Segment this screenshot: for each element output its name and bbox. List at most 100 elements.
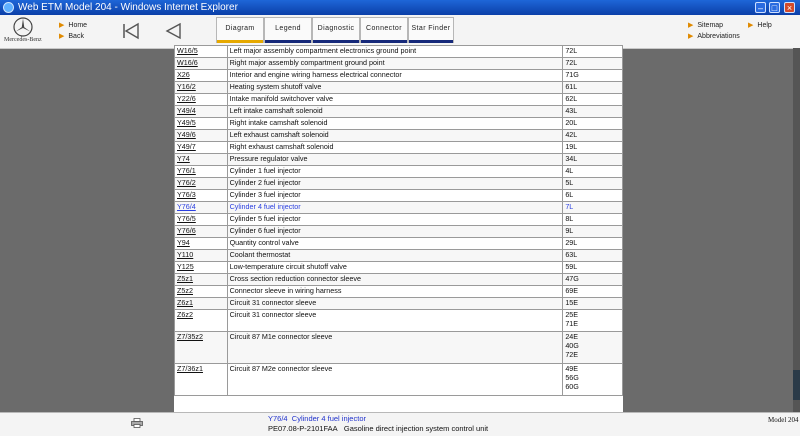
table-row[interactable]: Y110 Coolant thermostat 63L bbox=[174, 249, 623, 262]
nav-links: ▶ Home ▶ Back bbox=[59, 20, 87, 42]
back-link[interactable]: ▶ Back bbox=[59, 31, 87, 42]
component-code-link[interactable]: Z7/36z1 bbox=[174, 363, 228, 396]
component-code-link[interactable]: Y49/4 bbox=[174, 105, 228, 118]
component-description: Cylinder 1 fuel injector bbox=[226, 165, 564, 178]
component-code-link[interactable]: W16/6 bbox=[174, 57, 228, 70]
grid-location-value: 71G bbox=[565, 70, 579, 80]
sitemap-link[interactable]: ▶ Sitemap bbox=[688, 20, 723, 31]
table-row[interactable]: Y49/6 Left exhaust camshaft solenoid 42L bbox=[174, 129, 623, 142]
component-description: Cylinder 5 fuel injector bbox=[226, 213, 564, 226]
component-code-link[interactable]: Y110 bbox=[174, 249, 228, 262]
component-code-link[interactable]: Y16/2 bbox=[174, 81, 228, 94]
grid-location: 71G bbox=[562, 69, 623, 82]
table-row[interactable]: Z7/35z2 Circuit 87 M1e connector sleeve 24… bbox=[174, 331, 623, 364]
component-code-link[interactable]: Y76/1 bbox=[174, 165, 228, 178]
grid-location: 61L bbox=[562, 81, 623, 94]
scrollbar-thumb[interactable] bbox=[793, 370, 800, 400]
component-description: Circuit 31 connector sleeve bbox=[226, 309, 564, 332]
component-description: Cylinder 4 fuel injector bbox=[226, 201, 564, 214]
table-row[interactable]: Y74 Pressure regulator valve 34L bbox=[174, 153, 623, 166]
component-code-link[interactable]: Z5z1 bbox=[174, 273, 228, 286]
component-code-link[interactable]: Y76/4 bbox=[174, 201, 228, 214]
component-code-link[interactable]: X26 bbox=[174, 69, 228, 82]
table-row[interactable]: W16/6 Right major assembly compartment gr… bbox=[174, 57, 623, 70]
table-row[interactable]: Y76/2 Cylinder 2 fuel injector 5L bbox=[174, 177, 623, 190]
legend-table-panel[interactable]: W16/5 Left major assembly compartment ele… bbox=[174, 45, 623, 412]
table-row[interactable]: Z6z1 Circuit 31 connector sleeve 15E bbox=[174, 297, 623, 310]
component-description: Left exhaust camshaft solenoid bbox=[226, 129, 564, 142]
component-description: Circuit 31 connector sleeve bbox=[226, 297, 564, 310]
component-description: Left intake camshaft solenoid bbox=[226, 105, 564, 118]
tab-legend[interactable]: Legend bbox=[264, 17, 312, 43]
abbreviations-link[interactable]: ▶ Abbreviations bbox=[688, 31, 740, 42]
home-link[interactable]: ▶ Home bbox=[59, 20, 87, 31]
table-row[interactable]: Y76/3 Cylinder 3 fuel injector 6L bbox=[174, 189, 623, 202]
table-row[interactable]: W16/5 Left major assembly compartment ele… bbox=[174, 45, 623, 58]
table-row[interactable]: Y49/4 Left intake camshaft solenoid 43L bbox=[174, 105, 623, 118]
component-code-link[interactable]: Z6z1 bbox=[174, 297, 228, 310]
maximize-icon[interactable]: □ bbox=[769, 2, 780, 13]
table-row[interactable]: Y49/7 Right exhaust camshaft solenoid 19L bbox=[174, 141, 623, 154]
component-description: Circuit 87 M1e connector sleeve bbox=[226, 331, 564, 364]
table-row[interactable]: Y125 Low-temperature circuit shutoff valv… bbox=[174, 261, 623, 274]
browser-icon bbox=[3, 2, 14, 13]
component-code-link[interactable]: Y74 bbox=[174, 153, 228, 166]
table-row[interactable]: Y76/5 Cylinder 5 fuel injector 8L bbox=[174, 213, 623, 226]
component-code-link[interactable]: Y49/7 bbox=[174, 141, 228, 154]
table-row[interactable]: X26 Interior and engine wiring harness el… bbox=[174, 69, 623, 82]
table-row[interactable]: Y76/4 Cylinder 4 fuel injector 7L bbox=[174, 201, 623, 214]
component-code-link[interactable]: Y125 bbox=[174, 261, 228, 274]
grid-location-value: 49E bbox=[565, 364, 579, 374]
arrow-right-icon: ▶ bbox=[59, 33, 65, 40]
grid-location-value: 24E bbox=[565, 332, 579, 342]
component-code-link[interactable]: Y22/6 bbox=[174, 93, 228, 106]
component-code-link[interactable]: Y49/5 bbox=[174, 117, 228, 130]
component-code-link[interactable]: Y94 bbox=[174, 237, 228, 250]
table-row[interactable]: Z5z1 Cross section reduction connector sl… bbox=[174, 273, 623, 286]
close-icon[interactable]: × bbox=[784, 2, 795, 13]
tab-diagnostic[interactable]: Diagnostic bbox=[312, 17, 360, 43]
component-code-link[interactable]: W16/5 bbox=[174, 45, 228, 58]
first-page-icon[interactable] bbox=[121, 22, 141, 40]
grid-location-value: 8L bbox=[565, 214, 574, 224]
table-row[interactable]: Z5z2 Connector sleeve in wiring harness 69… bbox=[174, 285, 623, 298]
component-description: Intake manifold switchover valve bbox=[226, 93, 564, 106]
abbreviations-label: Abbreviations bbox=[697, 33, 740, 40]
document-id: PE07.08-P-2101FAA bbox=[268, 424, 338, 433]
component-code-link[interactable]: Z6z2 bbox=[174, 309, 228, 332]
table-row[interactable]: Y49/5 Right intake camshaft solenoid 20L bbox=[174, 117, 623, 130]
component-code-link[interactable]: Y76/6 bbox=[174, 225, 228, 238]
tab-diagram[interactable]: Diagram bbox=[216, 17, 264, 43]
grid-location-value: 60G bbox=[565, 382, 579, 391]
table-row[interactable]: Y94 Quantity control valve 29L bbox=[174, 237, 623, 250]
grid-location-value: 29L bbox=[565, 238, 578, 248]
model-label: Model 204 bbox=[768, 416, 799, 424]
window-title: Web ETM Model 204 - Windows Internet Exp… bbox=[18, 2, 238, 13]
table-row[interactable]: Z7/36z1 Circuit 87 M2e connector sleeve 49… bbox=[174, 363, 623, 396]
component-description: Pressure regulator valve bbox=[226, 153, 564, 166]
grid-location-value: 40G bbox=[565, 341, 579, 350]
table-row[interactable]: Y76/1 Cylinder 1 fuel injector 4L bbox=[174, 165, 623, 178]
component-code-link[interactable]: Z7/35z2 bbox=[174, 331, 228, 364]
table-row[interactable]: Y76/6 Cylinder 6 fuel injector 9L bbox=[174, 225, 623, 238]
tab-connector[interactable]: Connector bbox=[360, 17, 408, 43]
component-code-link[interactable]: Y76/3 bbox=[174, 189, 228, 202]
document-reference: PE07.08-P-2101FAA Gasoline direct inject… bbox=[268, 424, 488, 433]
help-link[interactable]: ▶ Help bbox=[748, 20, 772, 31]
print-icon[interactable] bbox=[131, 418, 143, 428]
minimize-icon[interactable]: – bbox=[755, 2, 766, 13]
component-code-link[interactable]: Z5z2 bbox=[174, 285, 228, 298]
help-label: Help bbox=[757, 22, 772, 29]
grid-location: 24E 40G 72E bbox=[562, 331, 623, 364]
tab-label: Diagram bbox=[225, 25, 255, 32]
component-code-link[interactable]: Y76/2 bbox=[174, 177, 228, 190]
component-code-link[interactable]: Y49/6 bbox=[174, 129, 228, 142]
table-row[interactable]: Y16/2 Heating system shutoff valve 61L bbox=[174, 81, 623, 94]
tab-star-finder[interactable]: Star Finder bbox=[408, 17, 454, 43]
previous-page-icon[interactable] bbox=[163, 22, 183, 40]
component-code-link[interactable]: Y76/5 bbox=[174, 213, 228, 226]
arrow-right-icon: ▶ bbox=[688, 33, 694, 40]
table-row[interactable]: Z6z2 Circuit 31 connector sleeve 25E 71E bbox=[174, 309, 623, 332]
grid-location-value: 69E bbox=[565, 286, 579, 296]
table-row[interactable]: Y22/6 Intake manifold switchover valve 62L bbox=[174, 93, 623, 106]
